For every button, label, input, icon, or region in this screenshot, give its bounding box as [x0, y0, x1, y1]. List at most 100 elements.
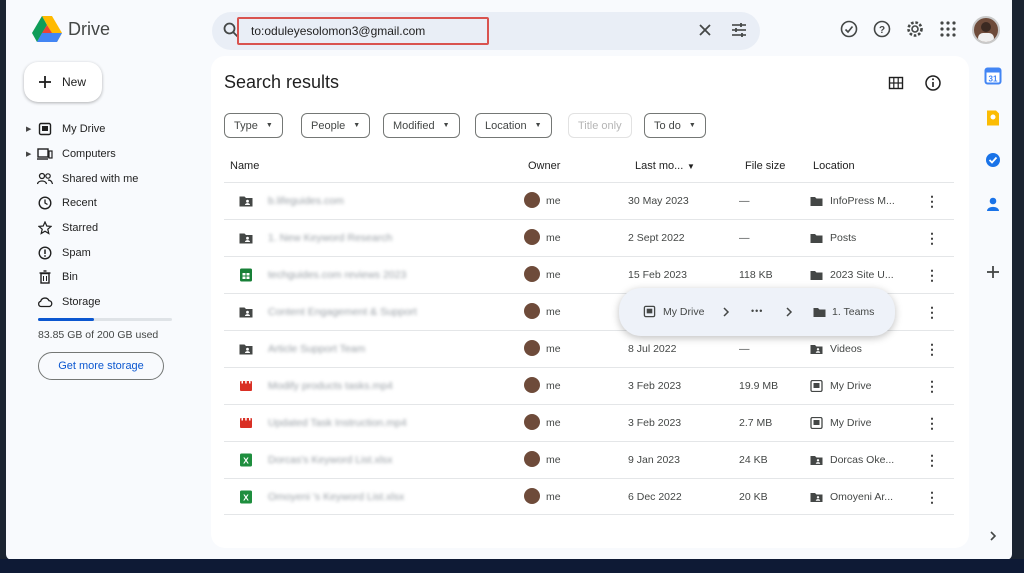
shared-folder-icon: [239, 233, 253, 244]
more-actions-icon[interactable]: ⋮: [924, 488, 940, 506]
caret-down-icon: ▼: [442, 122, 450, 129]
plus-icon: [39, 76, 51, 88]
column-header-owner[interactable]: Owner: [528, 160, 560, 172]
more-actions-icon[interactable]: ⋮: [924, 229, 940, 247]
file-name[interactable]: Content Engagement & Support: [268, 306, 417, 318]
app-name[interactable]: Drive: [68, 19, 110, 40]
more-actions-icon[interactable]: ⋮: [924, 303, 940, 321]
contacts-icon[interactable]: [984, 195, 1002, 213]
my-drive-icon: [38, 123, 52, 136]
location[interactable]: InfoPress M...: [830, 195, 895, 207]
sidebar-item-storage[interactable]: Storage: [26, 290, 196, 315]
calendar-icon[interactable]: 31: [984, 67, 1002, 85]
more-actions-icon[interactable]: ⋮: [924, 414, 940, 432]
last-modified: 15 Feb 2023: [628, 269, 687, 281]
sidebar-item-label: My Drive: [62, 123, 106, 136]
search-options-icon[interactable]: [730, 21, 748, 39]
more-actions-icon[interactable]: ⋮: [924, 340, 940, 358]
filter-people-chip[interactable]: People ▼: [301, 113, 371, 138]
location[interactable]: My Drive: [830, 380, 871, 392]
column-header-name[interactable]: Name: [230, 160, 259, 172]
path-ellipsis-button[interactable]: •••: [751, 306, 763, 316]
chip-label: Type: [234, 119, 258, 132]
filter-modified-chip[interactable]: Modified ▼: [383, 113, 460, 138]
sidebar-item-bin[interactable]: Bin: [26, 265, 196, 290]
chevron-right-icon: [786, 307, 793, 317]
sidebar-item-recent[interactable]: Recent: [26, 191, 196, 216]
excel-file-icon: X: [240, 453, 252, 467]
my-drive-icon: [643, 305, 656, 318]
table-row[interactable]: X Dorcas's Keyword List.xlsx me 9 Jan 2023 2…: [224, 441, 954, 478]
expand-arrow-icon[interactable]: ▶: [26, 150, 36, 158]
apps-grid-icon[interactable]: [938, 19, 958, 39]
expand-arrow-icon[interactable]: ▶: [26, 125, 36, 133]
info-icon[interactable]: [924, 74, 942, 92]
more-actions-icon[interactable]: ⋮: [924, 451, 940, 469]
filter-title-only-chip[interactable]: Title only: [568, 113, 632, 138]
sidebar-item-shared-with-me[interactable]: Shared with me: [26, 166, 196, 191]
owner-avatar: [524, 488, 540, 504]
location[interactable]: Posts: [830, 232, 856, 244]
more-actions-icon[interactable]: ⋮: [924, 192, 940, 210]
column-header-file-size[interactable]: File size: [745, 160, 785, 172]
file-name[interactable]: Modify products tasks.mp4: [268, 380, 393, 392]
location[interactable]: Dorcas Oke...: [830, 454, 894, 466]
more-actions-icon[interactable]: ⋮: [924, 266, 940, 284]
location[interactable]: Omoyeni Ar...: [830, 491, 893, 503]
file-name[interactable]: b.lifeguides.com: [268, 195, 344, 207]
account-avatar[interactable]: [972, 16, 1000, 44]
location[interactable]: 2023 Site U...: [830, 269, 894, 281]
table-row[interactable]: b.lifeguides.com me 30 May 2023 — InfoPress …: [224, 182, 954, 219]
path-root-link[interactable]: My Drive: [663, 306, 704, 318]
sidebar-item-my-drive[interactable]: ▶ My Drive: [26, 117, 196, 142]
side-panel: 31: [974, 56, 1012, 560]
owner: me: [546, 232, 561, 244]
file-name[interactable]: Omoyeni 's Keyword List.xlsx: [268, 491, 404, 503]
get-more-storage-button[interactable]: Get more storage: [38, 352, 164, 380]
drive-logo-icon[interactable]: [32, 16, 62, 42]
add-icon[interactable]: [984, 263, 1002, 281]
search-input[interactable]: to:oduleyesolomon3@gmail.com: [237, 17, 489, 45]
grid-view-icon[interactable]: [888, 75, 904, 91]
owner: me: [546, 343, 561, 355]
gear-icon[interactable]: [905, 19, 925, 39]
table-row[interactable]: Updated Task Instruction.mp4 me 3 Feb 2023…: [224, 404, 954, 441]
chip-label: Location: [485, 119, 527, 132]
computer-icon: [37, 148, 53, 160]
owner: me: [546, 454, 561, 466]
folder-icon: [810, 271, 823, 280]
path-leaf-link[interactable]: 1. Teams: [832, 306, 874, 318]
file-name[interactable]: 1. New Keyword Research: [268, 232, 392, 244]
column-header-location[interactable]: Location: [813, 160, 855, 172]
shared-folder-icon: [810, 493, 823, 502]
sidebar-item-starred[interactable]: Starred: [26, 216, 196, 241]
file-name[interactable]: Updated Task Instruction.mp4: [268, 417, 407, 429]
sort-descending-icon[interactable]: ▼: [687, 162, 695, 171]
file-name[interactable]: techguides.com reviews 2023: [268, 269, 406, 281]
chevron-right-icon[interactable]: [987, 530, 999, 542]
table-row[interactable]: 1. New Keyword Research me 2 Sept 2022 — Pos…: [224, 219, 954, 256]
sidebar-item-spam[interactable]: Spam: [26, 240, 196, 265]
table-row[interactable]: X Omoyeni 's Keyword List.xlsx me 6 Dec 202…: [224, 478, 954, 515]
tasks-icon[interactable]: [984, 151, 1002, 169]
sidebar-item-computers[interactable]: ▶ Computers: [26, 142, 196, 167]
column-header-last-modified[interactable]: Last mo...: [635, 160, 683, 172]
storage-usage-text: 83.85 GB of 200 GB used: [38, 329, 159, 341]
close-icon[interactable]: [697, 22, 713, 38]
location[interactable]: Videos: [830, 343, 862, 355]
keep-icon[interactable]: [984, 109, 1002, 127]
filter-type-chip[interactable]: Type ▼: [224, 113, 283, 138]
offline-ready-icon[interactable]: [839, 19, 859, 39]
new-button[interactable]: New: [24, 62, 102, 102]
filter-location-chip[interactable]: Location ▼: [475, 113, 552, 138]
excel-file-icon: X: [240, 490, 252, 504]
person-icon: [978, 22, 994, 42]
filter-todo-chip[interactable]: To do ▼: [644, 113, 706, 138]
file-name[interactable]: Dorcas's Keyword List.xlsx: [268, 454, 393, 466]
help-icon[interactable]: ?: [872, 19, 892, 39]
location[interactable]: My Drive: [830, 417, 871, 429]
more-actions-icon[interactable]: ⋮: [924, 377, 940, 395]
file-name[interactable]: Article Support Team: [268, 343, 365, 355]
location-path-popover: My Drive ••• 1. Teams: [619, 288, 895, 336]
table-row[interactable]: Modify products tasks.mp4 me 3 Feb 2023 19.…: [224, 367, 954, 404]
